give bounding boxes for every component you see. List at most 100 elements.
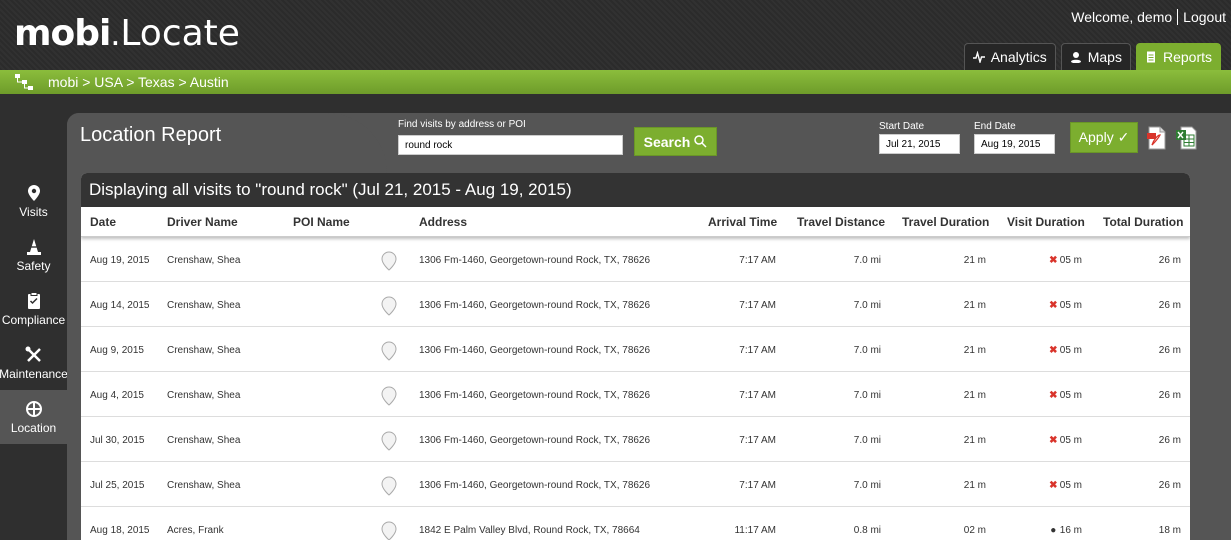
tab-maps[interactable]: Maps: [1060, 43, 1131, 70]
tools-icon: [25, 346, 41, 362]
col-visit-duration[interactable]: Visit Duration: [1007, 215, 1085, 229]
cell-travel-duration: 21 m: [963, 480, 986, 491]
col-poi-name[interactable]: POI Name: [293, 215, 350, 229]
logo-locate: Locate: [120, 13, 240, 54]
cell-address: 1842 E Palm Valley Blvd, Round Rock, TX,…: [419, 525, 640, 536]
logo-mobi: mobi: [14, 13, 111, 54]
cell-address: 1306 Fm-1460, Georgetown-round Rock, TX,…: [419, 255, 651, 266]
pdf-export-icon[interactable]: [1146, 126, 1168, 150]
visit-duration-value: 16 m: [1059, 525, 1082, 536]
left-nav: Visits Safety Compliance Maintenance Loc…: [0, 174, 68, 444]
cell-visit-duration: ✖ 05 m: [1049, 480, 1082, 491]
app-header: mobi . Locate Welcome, demo Logout Analy…: [0, 0, 1231, 70]
app-logo[interactable]: mobi . Locate: [14, 12, 240, 54]
poi-pin-icon[interactable]: [381, 521, 397, 540]
cell-arrival-time: 11:17 AM: [734, 525, 776, 536]
search-label: Find visits by address or POI: [398, 119, 526, 130]
table-row[interactable]: Aug 9, 2015 Crenshaw, Shea 1306 Fm-1460, G…: [81, 327, 1190, 372]
cell-date: Aug 18, 2015: [90, 525, 150, 536]
cell-visit-duration: ● 16 m: [1049, 525, 1082, 536]
col-total-duration[interactable]: Total Duration: [1103, 215, 1183, 229]
cell-arrival-time: 7:17 AM: [739, 300, 776, 311]
poi-pin-icon[interactable]: [381, 386, 397, 406]
cell-total-duration: 26 m: [1158, 300, 1181, 311]
cell-driver-name: Crenshaw, Shea: [167, 300, 241, 311]
col-arrival-time[interactable]: Arrival Time: [708, 215, 777, 229]
tab-analytics[interactable]: Analytics: [963, 43, 1056, 70]
cell-visit-duration: ✖ 05 m: [1049, 435, 1082, 446]
nav-safety-label: Safety: [16, 258, 51, 273]
cell-date: Aug 14, 2015: [90, 300, 150, 311]
nav-visits[interactable]: Visits: [0, 174, 67, 228]
cell-travel-distance: 7.0 mi: [853, 255, 881, 266]
col-driver-name[interactable]: Driver Name: [167, 215, 238, 229]
poi-pin-icon[interactable]: [381, 431, 397, 451]
cell-date: Jul 30, 2015: [90, 435, 145, 446]
table-row[interactable]: Aug 19, 2015 Crenshaw, Shea 1306 Fm-1460, …: [81, 237, 1190, 282]
search-input[interactable]: [398, 135, 623, 155]
cell-travel-duration: 21 m: [963, 255, 986, 266]
search-button-label: Search: [643, 133, 691, 150]
tab-reports[interactable]: Reports: [1135, 43, 1221, 70]
cell-travel-distance: 7.0 mi: [853, 345, 881, 356]
cell-travel-distance: 7.0 mi: [853, 300, 881, 311]
nav-compliance-label: Compliance: [1, 312, 66, 327]
cell-travel-duration: 21 m: [963, 345, 986, 356]
col-travel-duration[interactable]: Travel Duration: [902, 215, 989, 229]
table-row[interactable]: Aug 4, 2015 Crenshaw, Shea 1306 Fm-1460, G…: [81, 372, 1190, 417]
visit-duration-value: 05 m: [1059, 480, 1082, 491]
visit-incomplete-icon: ✖: [1049, 480, 1058, 491]
nav-maintenance[interactable]: Maintenance: [0, 336, 68, 390]
table-row[interactable]: Jul 25, 2015 Crenshaw, Shea 1306 Fm-1460, …: [81, 462, 1190, 507]
table-title: Displaying all visits to "round rock" (J…: [81, 173, 1190, 207]
cone-icon: [26, 238, 41, 255]
nav-location-label: Location: [10, 420, 57, 435]
visit-duration-value: 05 m: [1059, 345, 1082, 356]
poi-pin-icon[interactable]: [381, 296, 397, 316]
apply-button[interactable]: Apply ✓: [1070, 122, 1138, 153]
cell-address: 1306 Fm-1460, Georgetown-round Rock, TX,…: [419, 300, 651, 311]
logo-dot: .: [110, 12, 121, 53]
cell-arrival-time: 7:17 AM: [739, 255, 776, 266]
visit-duration-value: 05 m: [1059, 300, 1082, 311]
nav-safety[interactable]: Safety: [0, 228, 67, 282]
cell-total-duration: 26 m: [1158, 435, 1181, 446]
nav-location[interactable]: Location: [0, 390, 67, 444]
visit-duration-value: 05 m: [1059, 255, 1082, 266]
search-icon: [694, 135, 707, 148]
poi-pin-icon[interactable]: [381, 476, 397, 496]
cell-arrival-time: 7:17 AM: [739, 480, 776, 491]
excel-export-icon[interactable]: [1175, 126, 1197, 150]
table-row[interactable]: Jul 30, 2015 Crenshaw, Shea 1306 Fm-1460, …: [81, 417, 1190, 462]
cell-address: 1306 Fm-1460, Georgetown-round Rock, TX,…: [419, 435, 651, 446]
top-tabs: Analytics Maps Reports: [963, 43, 1221, 70]
nav-compliance[interactable]: Compliance: [0, 282, 67, 336]
breadcrumb[interactable]: mobi > USA > Texas > Austin: [48, 74, 229, 90]
end-date-input[interactable]: [974, 134, 1055, 154]
user-pin-icon: [1070, 52, 1081, 63]
table-row[interactable]: Aug 18, 2015 Acres, Frank 1842 E Palm Vall…: [81, 507, 1190, 540]
cell-travel-duration: 21 m: [963, 435, 986, 446]
table-row[interactable]: Aug 14, 2015 Crenshaw, Shea 1306 Fm-1460, …: [81, 282, 1190, 327]
cell-date: Aug 9, 2015: [90, 345, 144, 356]
cell-address: 1306 Fm-1460, Georgetown-round Rock, TX,…: [419, 390, 651, 401]
logout-link[interactable]: Logout: [1177, 9, 1231, 25]
cell-travel-duration: 02 m: [963, 525, 986, 536]
hierarchy-icon[interactable]: [14, 73, 34, 91]
page-title: Location Report: [80, 124, 222, 146]
tab-analytics-label: Analytics: [990, 49, 1047, 65]
visit-duration-value: 05 m: [1059, 390, 1082, 401]
start-date-input[interactable]: [879, 134, 960, 154]
cell-address: 1306 Fm-1460, Georgetown-round Rock, TX,…: [419, 480, 651, 491]
poi-pin-icon[interactable]: [381, 341, 397, 361]
visit-incomplete-icon: ✖: [1049, 345, 1058, 356]
search-button[interactable]: Search: [634, 127, 717, 156]
col-date[interactable]: Date: [90, 215, 116, 229]
cell-total-duration: 26 m: [1158, 390, 1181, 401]
cell-date: Aug 4, 2015: [90, 390, 144, 401]
col-travel-distance[interactable]: Travel Distance: [797, 215, 885, 229]
breadcrumb-bar: mobi > USA > Texas > Austin: [0, 70, 1231, 94]
col-address[interactable]: Address: [419, 215, 467, 229]
poi-pin-icon[interactable]: [381, 251, 397, 271]
cell-travel-duration: 21 m: [963, 390, 986, 401]
